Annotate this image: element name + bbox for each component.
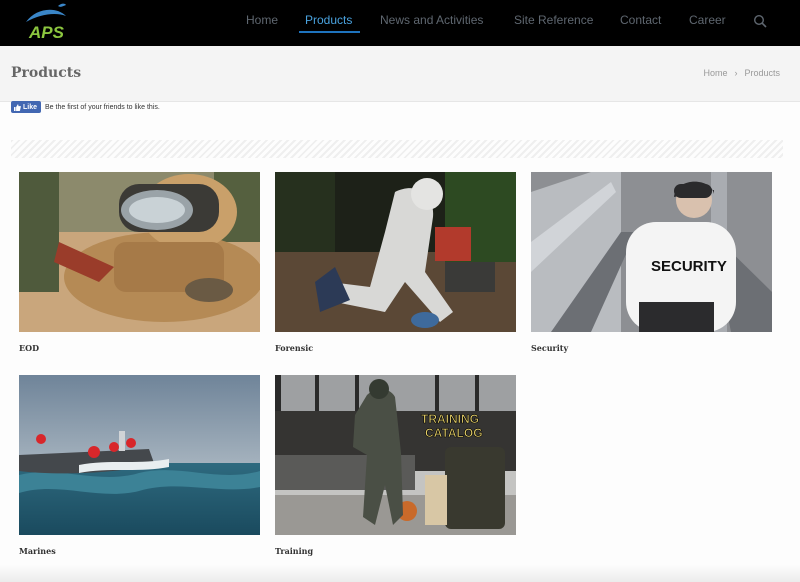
nav-site-reference[interactable]: Site Reference bbox=[514, 13, 593, 27]
page-title: Products bbox=[11, 65, 82, 81]
product-card-marines[interactable]: Marines bbox=[19, 375, 260, 556]
product-label[interactable]: Marines bbox=[19, 546, 56, 556]
svg-text:TRAINING: TRAINING bbox=[421, 412, 479, 426]
active-nav-underline bbox=[299, 31, 360, 33]
facebook-like-label: Like bbox=[23, 103, 38, 111]
svg-text:CATALOG: CATALOG bbox=[425, 426, 483, 440]
training-image[interactable]: TRAINING CATALOG bbox=[275, 375, 516, 535]
product-label[interactable]: Training bbox=[275, 546, 313, 556]
nav-career[interactable]: Career bbox=[689, 13, 726, 27]
facebook-like-widget: Like Be the first of your friends to lik… bbox=[11, 101, 160, 113]
thumbs-up-icon bbox=[14, 103, 21, 111]
svg-text:SECURITY: SECURITY bbox=[651, 258, 727, 275]
marines-image[interactable] bbox=[19, 375, 260, 535]
security-image[interactable]: SECURITY bbox=[531, 172, 772, 332]
breadcrumb-separator: › bbox=[734, 68, 738, 78]
breadcrumb: Home › Products bbox=[703, 68, 780, 78]
breadcrumb-current: Products bbox=[744, 68, 780, 78]
aps-logo[interactable]: APS bbox=[20, 2, 78, 44]
top-navigation-bar: APS Home Products News and Activities Si… bbox=[0, 0, 800, 46]
eod-image[interactable] bbox=[19, 172, 260, 332]
product-card-security[interactable]: SECURITY Security bbox=[531, 172, 772, 353]
facebook-like-text: Be the first of your friends to like thi… bbox=[45, 103, 160, 111]
forensic-image[interactable] bbox=[275, 172, 516, 332]
product-label[interactable]: Forensic bbox=[275, 343, 313, 353]
section-divider bbox=[11, 140, 783, 158]
product-label[interactable]: EOD bbox=[19, 343, 39, 353]
breadcrumb-home[interactable]: Home bbox=[703, 68, 727, 78]
nav-home[interactable]: Home bbox=[246, 13, 278, 27]
nav-products[interactable]: Products bbox=[305, 13, 352, 27]
page-title-bar: Products Home › Products bbox=[0, 46, 800, 102]
product-card-training[interactable]: TRAINING CATALOG Training bbox=[275, 375, 516, 556]
logo-text: APS bbox=[28, 23, 65, 42]
nav-news-and-activities[interactable]: News and Activities bbox=[380, 13, 483, 27]
facebook-like-button[interactable]: Like bbox=[11, 101, 42, 113]
product-label[interactable]: Security bbox=[531, 343, 568, 353]
page-bottom-shade bbox=[0, 565, 800, 582]
product-card-forensic[interactable]: Forensic bbox=[275, 172, 516, 353]
product-card-eod[interactable]: EOD bbox=[19, 172, 260, 353]
search-icon[interactable] bbox=[753, 14, 767, 28]
nav-contact[interactable]: Contact bbox=[620, 13, 661, 27]
